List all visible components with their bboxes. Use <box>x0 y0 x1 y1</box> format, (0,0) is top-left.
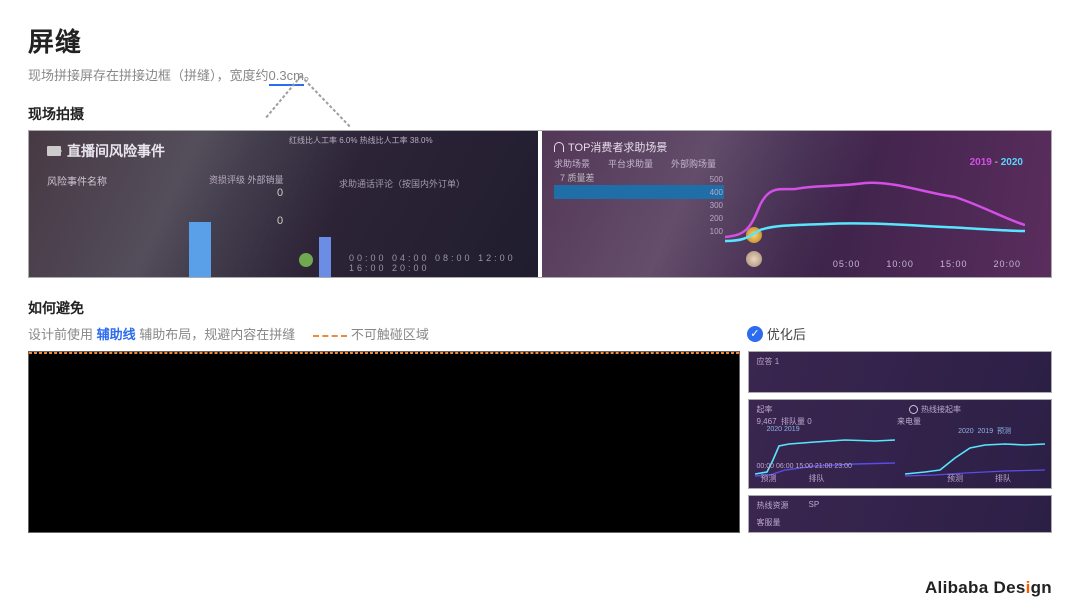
page-subtitle: 现场拼接屏存在拼接边框（拼缝），宽度约0.3cm。 <box>28 65 1052 84</box>
opt-ticks: 00:00 06:00 15:00 21:00 23:00 <box>757 463 852 470</box>
opt-row-lbl: 热线资源 <box>757 500 789 511</box>
photo-row: 直播间风险事件 风险事件名称 红线比人工率 6.0% 热线比人工率 38.0% … <box>28 130 1052 278</box>
section-avoid-label: 如何避免 <box>28 298 1052 318</box>
opt-right-title-text: 热线接起率 <box>921 404 961 415</box>
dash-tiny: 红线比人工率 6.0% 热线比人工率 38.0% <box>289 135 433 146</box>
opt-pane-top: 应答 1 <box>748 351 1053 393</box>
list-row-head: 7 质量差 <box>554 171 724 185</box>
t1: 10:00 <box>886 259 914 269</box>
wave-ticks: 05:00 10:00 15:00 20:00 <box>833 259 1021 269</box>
legend-2019: 2019 <box>970 157 992 168</box>
avatar-dot-icon <box>299 253 313 267</box>
list-row <box>554 227 724 241</box>
dashed-key-icon <box>313 335 347 337</box>
avoid-zone: 不可触碰区域 <box>351 327 429 342</box>
bar-1 <box>189 222 211 277</box>
photo-left-pane: 直播间风险事件 风险事件名称 红线比人工率 6.0% 热线比人工率 38.0% … <box>29 131 538 277</box>
grid-box <box>28 351 740 533</box>
t0: 05:00 <box>833 259 861 269</box>
opt-btn-2: 排队 <box>809 473 825 484</box>
list-row <box>554 213 724 227</box>
opt-btn-1: 预测 <box>761 473 777 484</box>
section-photo-label: 现场拍摄 <box>28 104 1052 124</box>
grid-hline <box>29 353 739 354</box>
opt-pane-bottom: 热线资源 SP 客服量 <box>748 495 1053 533</box>
zero-1: 0 <box>277 215 283 227</box>
wave-chart <box>725 175 1025 255</box>
axis-ticks: 00:00 04:00 08:00 12:00 16:00 20:00 <box>349 253 538 273</box>
photo-right-pane: TOP消费者求助场景 求助场景 平台求助量 外部购场量 7 质量差 500 40… <box>542 131 1051 277</box>
brand-a: Alibaba Des <box>925 578 1026 597</box>
opt-rate: 起率 <box>757 404 773 415</box>
y2: 300 <box>710 199 723 212</box>
avoid-row: 设计前使用 辅助线 辅助布局，规避内容在拼缝 不可触碰区域 ✓ 优化后 <box>28 324 1052 343</box>
avoid-text: 设计前使用 辅助线 辅助布局，规避内容在拼缝 不可触碰区域 <box>28 324 739 343</box>
avoid-post: 辅助布局，规避内容在拼缝 <box>136 327 296 342</box>
subtitle-tail: 。 <box>304 68 317 83</box>
opt-staff: 排队量 0 <box>781 417 812 426</box>
subtitle-text: 现场拼接屏存在拼接边框（拼缝），宽度约 <box>28 68 269 83</box>
opt-value: 9,467 <box>757 417 777 426</box>
y3: 200 <box>710 212 723 225</box>
right-cols: 求助场景 平台求助量 外部购场量 <box>554 157 716 170</box>
dash-chart-sub: 求助通话评论（按国内外订单） <box>339 177 465 190</box>
camera-icon <box>47 146 61 156</box>
opt-btn-3: 预测 <box>947 473 963 484</box>
opt-row-lbl2: 客服量 <box>757 517 781 528</box>
legend-sep: - <box>992 157 1001 168</box>
y-axis-nums: 500 400 300 200 100 <box>710 173 723 238</box>
brand-label: Alibaba Design <box>925 578 1052 598</box>
col-0: 求助场景 <box>554 157 590 170</box>
brand-b: gn <box>1031 578 1052 597</box>
col-2: 外部购场量 <box>671 157 716 170</box>
after-label-wrap: ✓ 优化后 <box>747 324 1052 343</box>
after-label: 优化后 <box>767 327 806 342</box>
opt-right-title: 热线接起率 <box>909 404 961 415</box>
opt-sp: SP <box>809 500 820 509</box>
wave-legend: 2019 - 2020 <box>970 157 1023 168</box>
bar-2 <box>319 237 331 277</box>
opt-row-label: 应答 1 <box>757 356 780 367</box>
avoid-guide: 辅助线 <box>97 327 136 342</box>
y1: 400 <box>710 186 723 199</box>
bottom-row: 应答 1 起率 9,467 排队量 0 2020 2019 00:00 06:0… <box>28 351 1052 533</box>
t3: 20:00 <box>993 259 1021 269</box>
opt-pane-main: 起率 9,467 排队量 0 2020 2019 00:00 06:00 15:… <box>748 399 1053 489</box>
opt-sub-right: 来电量 <box>897 416 921 427</box>
page-title: 屏缝 <box>28 22 1052 59</box>
zero-0: 0 <box>277 187 283 199</box>
optimized-column: 应答 1 起率 9,467 排队量 0 2020 2019 00:00 06:0… <box>748 351 1053 533</box>
t2: 15:00 <box>940 259 968 269</box>
list-row <box>554 199 724 213</box>
subtitle-value: 0.3cm <box>269 68 304 86</box>
zeros: 0 0 <box>277 187 283 227</box>
check-icon: ✓ <box>747 326 763 342</box>
y0: 500 <box>710 173 723 186</box>
mini-chart-right <box>905 430 1045 480</box>
right-list: 7 质量差 <box>554 171 724 241</box>
avoid-pre: 设计前使用 <box>28 327 97 342</box>
y4: 100 <box>710 225 723 238</box>
opt-btn-4: 排队 <box>995 473 1011 484</box>
list-row-sel <box>554 185 724 199</box>
dash-cols: 资损评级 外部销量 <box>209 173 284 186</box>
col-1: 平台求助量 <box>608 157 653 170</box>
legend-2020: 2020 <box>1001 157 1023 168</box>
